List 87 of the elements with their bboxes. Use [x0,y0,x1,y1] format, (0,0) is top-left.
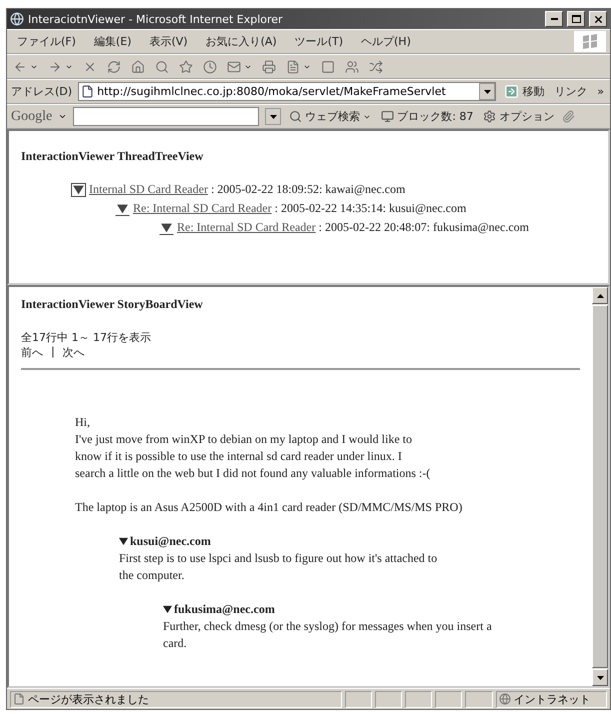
message-paragraph: The laptop is an Asus A2500D with a 4in1 card reader (SD/MMC/MS/MS PRO) [75,499,464,516]
dropdown-button[interactable] [265,108,282,125]
maximize-button[interactable] [567,11,585,27]
post-meta: : 2005-02-22 20:48:07: fukusima@nec.com [318,220,529,235]
status-text: ページが表示されました [28,692,149,706]
address-field[interactable]: http://sugihmlclnec.co.jp:8080/moka/servlet/MakeFrameServlet [78,82,496,101]
story-board-title: InteractionViewer StoryBoardView [21,297,204,312]
google-search-field[interactable] [73,107,260,126]
previous-link[interactable]: 前へ [21,345,43,360]
monitor-icon [381,110,394,123]
menu-item[interactable]: ツール(T) [288,34,349,49]
address-label: アドレス(D) [11,84,72,99]
envelope-icon [227,60,241,74]
clock-icon [203,60,217,74]
history-button[interactable] [201,60,219,74]
close-button[interactable] [589,11,607,27]
forward-arrow-icon [48,60,62,74]
post-meta: : 2005-02-22 18:09:52: kawai@nec.com [210,182,406,197]
collapse-toggle-icon[interactable] [71,182,86,196]
shuffle-icon [369,60,383,74]
scrollbar[interactable] [592,287,608,686]
reply-author: kusui@nec.com [130,533,211,550]
star-icon [179,60,193,74]
document-icon [286,60,300,74]
home-icon [131,60,145,74]
tools-button[interactable] [367,60,385,74]
popup-blocker-button[interactable]: ブロック数: 87 [379,109,476,124]
thread-link[interactable]: Re: Internal SD Card Reader [177,220,316,235]
minimize-button[interactable] [545,11,563,27]
paperclip-icon [562,110,576,123]
status-pane [405,690,432,708]
print-button[interactable] [260,60,278,74]
post-meta: : 2005-02-22 14:35:14: kusui@nec.com [274,201,466,216]
down-arrow-icon [596,676,604,680]
dropdown-button[interactable] [479,83,496,100]
more-button[interactable]: » [595,85,606,98]
message-paragraph: Hi, I've just move from winXP to debian on my laptop and I would like to know if it is possible to use the internal sd card reader under linux. I search a little on the web but I did not found any valuable informations :-( [75,414,432,482]
people-icon [345,60,359,74]
google-logo: Google [11,108,52,124]
menu-item[interactable]: ファイル(F) [11,34,82,49]
links-button[interactable]: リンク [552,84,590,99]
page-icon [81,85,94,98]
minimize-icon [550,18,558,20]
thread-tree-title: InteractionViewer ThreadTreeView [21,149,204,164]
settings-icon [483,110,496,123]
go-button[interactable]: 移動 [502,84,546,99]
back-arrow-icon [13,60,27,74]
thread-link[interactable]: Re: Internal SD Card Reader [133,201,272,216]
collapse-toggle-icon[interactable] [115,202,130,216]
refresh-icon [107,60,121,74]
maximize-icon [572,15,580,23]
menu-item[interactable]: 編集(E) [88,34,138,49]
status-pane [375,690,402,708]
row-count: 全17行中 1～ 17行を表示 [21,330,152,345]
page-icon [13,693,25,705]
menu-item[interactable]: 表示(V) [143,34,194,49]
reply-body: First step is to use lspci and lsusb to figure out how it's attached to the computer. [119,550,438,584]
window-title: InteraciotnViewer - Microsoft Internet Explorer [28,12,284,26]
down-arrow-icon [484,90,491,94]
close-icon [592,14,604,24]
browser-icon [10,12,24,26]
down-arrow-icon [270,114,277,118]
menu-item[interactable]: お気に入り(A) [200,34,283,49]
next-link[interactable]: 次へ [62,345,85,360]
up-arrow-icon [596,294,604,298]
zone-text: イントラネット [514,692,590,706]
reply-body: Further, check dmesg (or the syslog) for messages when you insert a card. [163,618,493,652]
favorites-button[interactable] [177,60,195,74]
printer-icon [262,60,276,74]
status-pane [465,690,492,708]
messenger-button[interactable] [343,60,361,74]
reply-author: fukusima@nec.com [174,601,275,618]
options-button[interactable]: オプション [481,109,556,124]
square-icon [321,60,335,74]
status-pane [345,690,372,708]
link-separator: | [51,345,55,360]
menu-item[interactable]: ヘルプ(H) [355,34,417,49]
search-icon [155,60,169,74]
collapse-toggle-icon[interactable] [159,220,174,234]
collapse-triangle-icon[interactable] [119,537,128,546]
thread-link[interactable]: Internal SD Card Reader [89,182,208,197]
web-search-button[interactable]: ウェブ検索 [287,109,374,124]
status-pane [435,690,462,708]
search-icon [289,110,302,123]
collapse-triangle-icon[interactable] [163,605,172,614]
network-icon [498,693,510,705]
caret-icon [58,112,68,121]
